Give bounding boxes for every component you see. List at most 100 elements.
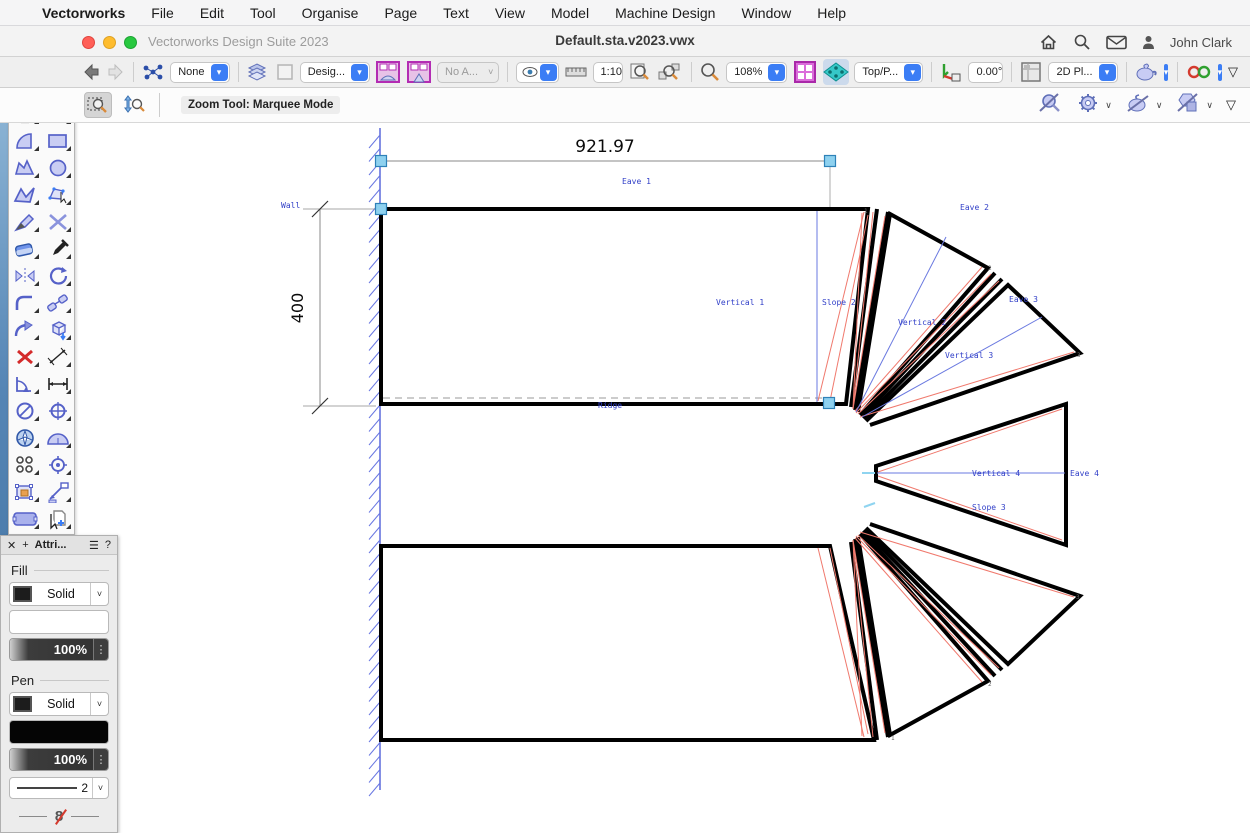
opacity-options-icon[interactable]: ⋮ xyxy=(93,639,108,660)
opacity-options-icon[interactable]: ⋮ xyxy=(93,749,108,770)
menu-window[interactable]: Window xyxy=(728,5,804,21)
fit-page-icon[interactable] xyxy=(628,61,652,83)
visibility-dropdown[interactable]: ▾ xyxy=(516,62,559,83)
fill-style-dropdown[interactable]: Solid ˅ xyxy=(9,582,109,606)
viewport-window-icon[interactable] xyxy=(375,60,401,84)
zoom-level-dropdown[interactable]: 108%▾ xyxy=(726,62,787,83)
mail-icon[interactable] xyxy=(1106,35,1127,50)
rotation-angle-field[interactable]: 0.00° xyxy=(968,62,1003,83)
technical-drawing[interactable]: 921.97 400 xyxy=(0,123,1250,833)
chevron-down-icon[interactable]: ▾ xyxy=(768,64,785,81)
tool-polygon[interactable] xyxy=(9,154,42,181)
menu-edit[interactable]: Edit xyxy=(187,5,237,21)
roof-fan-bottom[interactable] xyxy=(851,524,1080,740)
menu-text[interactable]: Text xyxy=(430,5,482,21)
tool-eraser[interactable] xyxy=(9,235,42,262)
tool-symbol[interactable] xyxy=(9,424,42,451)
search-icon[interactable] xyxy=(1073,33,1091,51)
chevron-down-icon[interactable]: ▾ xyxy=(904,64,921,81)
back-icon[interactable] xyxy=(82,63,101,81)
tool-holes[interactable] xyxy=(9,451,42,478)
tool-angle-dimension[interactable] xyxy=(9,370,42,397)
forward-icon[interactable] xyxy=(106,63,125,81)
menu-page[interactable]: Page xyxy=(371,5,430,21)
chevron-down-icon[interactable]: ▾ xyxy=(351,64,368,81)
line-marker-end[interactable] xyxy=(71,816,99,818)
tool-offset[interactable] xyxy=(9,316,42,343)
roof-panel-top[interactable] xyxy=(381,209,868,404)
tool-callout[interactable] xyxy=(42,478,75,505)
focus-magnifier-icon[interactable] xyxy=(1037,91,1063,120)
menu-organise[interactable]: Organise xyxy=(289,5,372,21)
tool-center-mark[interactable] xyxy=(42,397,75,424)
scale-field[interactable]: 1:10 xyxy=(593,62,623,83)
tool-diameter-dimension[interactable] xyxy=(9,397,42,424)
zoom-icon[interactable] xyxy=(699,61,721,83)
tool-duplicate[interactable] xyxy=(42,505,75,532)
pen-opacity-control[interactable]: 100% ⋮ xyxy=(9,748,109,771)
render-mode-dropdown[interactable]: ▾ xyxy=(1164,64,1169,81)
tool-group-edit[interactable] xyxy=(9,478,42,505)
roof-panel-middle[interactable] xyxy=(876,404,1066,545)
toolbar-overflow-icon[interactable]: ▽ xyxy=(1228,64,1238,80)
close-icon[interactable]: ✕ xyxy=(7,539,16,552)
chevron-down-icon[interactable]: ∨ xyxy=(1206,100,1213,111)
rotate-plan-icon[interactable] xyxy=(939,61,963,83)
viewport-window-edit-icon[interactable] xyxy=(406,60,432,84)
stereo-glasses-icon[interactable] xyxy=(1186,63,1212,81)
chevron-down-icon[interactable]: ▾ xyxy=(211,64,228,81)
chevron-down-icon[interactable]: ˅ xyxy=(90,583,108,605)
saved-views-icon[interactable] xyxy=(141,63,165,81)
tool-slope-dimension[interactable] xyxy=(42,343,75,370)
pen-color-well[interactable] xyxy=(9,720,109,744)
menu-file[interactable]: File xyxy=(138,5,187,21)
tool-rotate[interactable] xyxy=(42,262,75,289)
user-name[interactable]: John Clark xyxy=(1170,35,1232,50)
fill-color-well[interactable] xyxy=(9,610,109,634)
fit-objects-icon[interactable] xyxy=(657,61,683,83)
stereo-dropdown[interactable]: ▾ xyxy=(1218,64,1223,81)
tool-polyline[interactable] xyxy=(9,181,42,208)
chevron-down-icon[interactable]: ∨ xyxy=(1156,100,1163,111)
tool-extrude[interactable] xyxy=(42,316,75,343)
tool-viewport[interactable] xyxy=(9,505,42,532)
chevron-down-icon[interactable]: ˅ xyxy=(90,693,108,715)
tool-freehand[interactable] xyxy=(9,208,42,235)
modebar-overflow-icon[interactable]: ▽ xyxy=(1226,97,1236,113)
line-weight-dropdown[interactable]: 2 ˅ xyxy=(9,777,109,799)
marquee-zoom-mode-button[interactable] xyxy=(84,92,112,118)
menu-tool[interactable]: Tool xyxy=(237,5,289,21)
tool-delete[interactable] xyxy=(9,343,42,370)
design-layer-dropdown[interactable]: Desig...▾ xyxy=(300,62,370,83)
menu-machine-design[interactable]: Machine Design xyxy=(602,5,728,21)
tool-linear-dimension[interactable] xyxy=(42,370,75,397)
line-marker-start[interactable] xyxy=(19,816,47,818)
tool-trim-cross[interactable] xyxy=(42,208,75,235)
roof-panel-bottom[interactable] xyxy=(381,546,874,740)
tool-target[interactable] xyxy=(42,451,75,478)
roof-fan-top[interactable] xyxy=(851,209,1080,425)
interactive-zoom-mode-button[interactable] xyxy=(120,92,148,118)
menu-help[interactable]: Help xyxy=(804,5,859,21)
tool-eyedropper[interactable] xyxy=(42,235,75,262)
plane-dropdown[interactable]: 2D Pl...▾ xyxy=(1048,62,1117,83)
no-marker-icon[interactable]: 8 xyxy=(55,809,63,824)
menu-view[interactable]: View xyxy=(482,5,538,21)
chevron-down-icon[interactable]: ˅ xyxy=(92,778,108,798)
settings-gear-icon[interactable] xyxy=(1076,91,1100,120)
pen-style-dropdown[interactable]: Solid ˅ xyxy=(9,692,109,716)
tool-protractor[interactable] xyxy=(42,424,75,451)
menu-vectorworks[interactable]: Vectorworks xyxy=(42,5,138,21)
chevron-down-icon[interactable]: ▾ xyxy=(1099,64,1116,81)
render-mode-icon[interactable] xyxy=(1134,62,1158,82)
add-icon[interactable]: + xyxy=(22,539,28,551)
tool-arc[interactable] xyxy=(9,127,42,154)
tool-reshape[interactable] xyxy=(42,181,75,208)
line-marker-row[interactable]: 8 xyxy=(1,809,117,824)
fill-opacity-control[interactable]: 100% ⋮ xyxy=(9,638,109,661)
help-icon[interactable]: ? xyxy=(105,539,111,551)
chevron-down-icon[interactable]: ▾ xyxy=(540,64,557,81)
home-icon[interactable] xyxy=(1039,34,1058,51)
class-dropdown[interactable]: None▾ xyxy=(170,62,229,83)
unified-view-icon[interactable] xyxy=(823,59,849,85)
